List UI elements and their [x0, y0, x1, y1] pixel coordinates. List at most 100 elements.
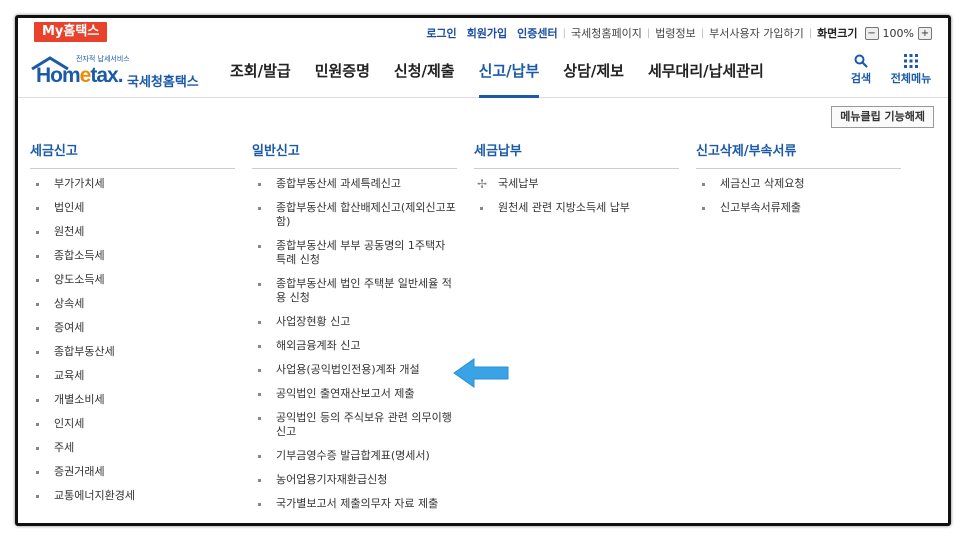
logo-wordmark: Hometax.	[36, 64, 124, 88]
list-item[interactable]: 해외금융계좌 신고	[252, 339, 457, 353]
menu-link: 양도소득세	[54, 273, 105, 286]
login-link[interactable]: 로그인	[421, 25, 461, 41]
nts-homepage-link[interactable]: 국세청홈페이지	[566, 25, 647, 41]
screen-size-label: 화면크기	[817, 27, 858, 40]
list-item[interactable]: 신고부속서류제출	[696, 201, 901, 215]
list-item[interactable]: 종합부동산세 합산배제신고(제외신고포함)	[252, 201, 457, 229]
list-item[interactable]: 부가가치세	[30, 177, 235, 191]
bullet-icon	[36, 303, 39, 306]
list-item[interactable]: 원천세 관련 지방소득세 납부	[474, 201, 679, 215]
list-item[interactable]: 공익법인 출연재산보고서 제출	[252, 387, 457, 401]
menu-link: 종합부동산세 과세특례신고	[276, 177, 401, 190]
bullet-icon	[258, 479, 261, 482]
list-item[interactable]: 공익법인 등의 주식보유 관련 의무이행 신고	[252, 411, 457, 439]
column-title: 일반신고	[252, 136, 457, 169]
bullet-icon	[258, 393, 261, 396]
bullet-icon	[36, 351, 39, 354]
logo-tagline: 전자적 납세서비스	[76, 55, 130, 63]
bullet-icon	[36, 327, 39, 330]
list-item[interactable]: 농어업용기자재환급신청	[252, 473, 457, 487]
bullet-icon	[258, 207, 261, 210]
list-item[interactable]: 국가별보고서 제출의무자 자료 제출	[252, 497, 457, 511]
nav-report-payment[interactable]: 신고/납부	[467, 48, 552, 98]
hometax-logo[interactable]: 전자적 납세서비스 Hometax. 국세청홈택스	[30, 52, 205, 92]
menu-link: 원천세 관련 지방소득세 납부	[498, 201, 630, 214]
bullet-icon	[36, 183, 39, 186]
nav-consult-report[interactable]: 상담/제보	[551, 48, 636, 98]
menu-link: 증여세	[54, 321, 85, 334]
logo-e-text: e	[79, 64, 92, 87]
law-info-link[interactable]: 법령정보	[650, 25, 700, 41]
list-item[interactable]: 종합부동산세 부부 공동명의 1주택자 특례 신청	[252, 239, 457, 267]
nav-civil-certificate[interactable]: 민원증명	[303, 48, 382, 98]
list-item[interactable]: 사업장현황 신고	[252, 315, 457, 329]
bullet-icon	[36, 447, 39, 450]
search-label: 검색	[850, 72, 872, 85]
list-item[interactable]: 종합부동산세	[30, 345, 235, 359]
menu-link: 국가별보고서 제출의무자 자료 제출	[276, 497, 439, 510]
menu-link: 교육세	[54, 369, 85, 382]
bullet-icon	[36, 399, 39, 402]
list-item[interactable]: 증권거래세	[30, 465, 235, 479]
menu-link: 공익법인 등의 주식보유 관련 의무이행 신고	[276, 411, 452, 438]
menu-link: 부가가치세	[54, 177, 105, 190]
menu-link: 인지세	[54, 417, 85, 430]
bullet-icon	[36, 255, 39, 258]
menu-link: 종합부동산세 부부 공동명의 1주택자 특례 신청	[276, 239, 446, 266]
menu-list: ✢ 국세납부 원천세 관련 지방소득세 납부	[474, 177, 679, 215]
nav-inquiry-issue[interactable]: 조회/발급	[218, 48, 303, 98]
menu-clip-toggle-button[interactable]: 메뉴클립 기능해제	[831, 106, 934, 128]
search-icon	[854, 54, 868, 68]
list-item[interactable]: 종합부동산세 법인 주택분 일반세율 적용 신청	[252, 277, 457, 305]
menu-link: 주세	[54, 441, 75, 454]
list-item[interactable]: 사업용(공익법인전용)계좌 개설	[252, 363, 457, 377]
list-item[interactable]: 세금신고 삭제요청	[696, 177, 901, 191]
column-title: 신고삭제/부속서류	[696, 136, 901, 169]
list-item[interactable]: 주세	[30, 441, 235, 455]
menu-link: 국세납부	[498, 177, 539, 190]
list-item[interactable]: 상속세	[30, 297, 235, 311]
nav-tax-agent[interactable]: 세무대리/납세관리	[636, 48, 776, 98]
bullet-icon	[258, 369, 261, 372]
bullet-icon	[36, 279, 39, 282]
zoom-value: 100%	[882, 26, 914, 40]
zoom-out-button[interactable]: −	[864, 26, 879, 40]
global-nav: 조회/발급 민원증명 신청/제출 신고/납부 상담/제보 세무대리/납세관리	[218, 48, 776, 98]
bullet-icon	[480, 207, 483, 210]
list-item[interactable]: 양도소득세	[30, 273, 235, 287]
header-icons: 검색 전체메뉴	[836, 52, 936, 86]
bullet-icon	[36, 207, 39, 210]
list-item[interactable]: 법인세	[30, 201, 235, 215]
menu-link: 종합부동산세 합산배제신고(제외신고포함)	[276, 201, 456, 228]
signup-link[interactable]: 회원가입	[462, 25, 512, 41]
nav-application-submit[interactable]: 신청/제출	[382, 48, 467, 98]
list-item[interactable]: 종합소득세	[30, 249, 235, 263]
list-item[interactable]: 개별소비세	[30, 393, 235, 407]
bullet-icon	[258, 503, 261, 506]
zoom-in-button[interactable]: +	[918, 26, 932, 40]
menu-link: 종합부동산세	[54, 345, 115, 358]
list-item[interactable]: 종합부동산세 과세특례신고	[252, 177, 457, 191]
list-item[interactable]: 원천세	[30, 225, 235, 239]
list-item[interactable]: ✢ 국세납부	[474, 177, 679, 191]
list-item[interactable]: 기부금영수증 발급합계표(명세서)	[252, 449, 457, 463]
menu-link: 기부금영수증 발급합계표(명세서)	[276, 449, 430, 462]
all-menu-button[interactable]: 전체메뉴	[886, 52, 936, 86]
menu-link: 상속세	[54, 297, 85, 310]
menu-link: 농어업용기자재환급신청	[276, 473, 388, 486]
list-item[interactable]: 교통에너지환경세	[30, 489, 235, 503]
my-hometax-button[interactable]: My홈택스	[34, 22, 108, 42]
plus-expand-icon: ✢	[477, 177, 488, 191]
bullet-icon	[258, 283, 261, 286]
dept-user-signup-link[interactable]: 부서사용자 가입하기	[704, 25, 809, 41]
bullet-icon	[36, 423, 39, 426]
grid-menu-icon	[904, 54, 918, 68]
list-item[interactable]: 교육세	[30, 369, 235, 383]
cert-center-link[interactable]: 인증센터	[512, 25, 562, 41]
list-item[interactable]: 인지세	[30, 417, 235, 431]
menu-list: 종합부동산세 과세특례신고 종합부동산세 합산배제신고(제외신고포함) 종합부동…	[252, 177, 457, 511]
search-button[interactable]: 검색	[836, 52, 886, 86]
list-item[interactable]: 증여세	[30, 321, 235, 335]
menu-link: 종합소득세	[54, 249, 105, 262]
menu-link: 사업장현황 신고	[276, 315, 351, 328]
